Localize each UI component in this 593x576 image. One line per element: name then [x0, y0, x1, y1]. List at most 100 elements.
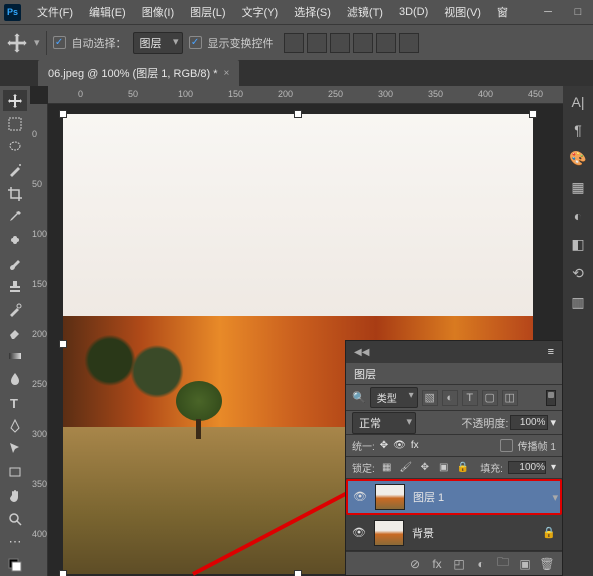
visibility-icon[interactable]: 👁: [352, 526, 366, 540]
adjustments-panel-icon[interactable]: ◐: [574, 208, 582, 224]
blur-tool[interactable]: [3, 369, 27, 390]
history-panel-icon[interactable]: ⟲: [572, 265, 584, 282]
auto-select-dropdown[interactable]: 图层: [133, 32, 183, 54]
filter-adjustment-icon[interactable]: ◐: [442, 390, 458, 406]
menu-filter[interactable]: 滤镜(T): [339, 0, 391, 24]
layer-thumbnail[interactable]: [374, 520, 404, 546]
paragraph-panel-icon[interactable]: ¶: [574, 122, 582, 138]
eraser-tool[interactable]: [3, 322, 27, 343]
show-transform-checkbox[interactable]: [189, 36, 202, 49]
pen-tool[interactable]: [3, 415, 27, 436]
swatches-panel-icon[interactable]: ▦: [571, 179, 584, 196]
chevron-down-icon[interactable]: ▾: [551, 462, 556, 473]
blend-mode-dropdown[interactable]: 正常: [352, 412, 416, 434]
opacity-input[interactable]: [510, 415, 548, 430]
properties-panel-icon[interactable]: ▥: [571, 294, 584, 311]
align-left-button[interactable]: [284, 33, 304, 53]
adjustment-layer-icon[interactable]: ◐: [474, 557, 488, 571]
type-tool[interactable]: T: [3, 392, 27, 413]
crop-tool[interactable]: [3, 183, 27, 204]
move-tool[interactable]: [3, 90, 27, 111]
styles-panel-icon[interactable]: ◧: [571, 236, 584, 253]
align-top-button[interactable]: [353, 33, 373, 53]
edit-toolbar[interactable]: ⋯: [3, 531, 27, 552]
rectangle-tool[interactable]: [3, 462, 27, 483]
gradient-tool[interactable]: [3, 346, 27, 367]
layer-thumbnail[interactable]: [375, 484, 405, 510]
search-icon[interactable]: 🔍: [352, 391, 366, 404]
lock-position-icon[interactable]: ✥: [418, 461, 432, 475]
close-tab-icon[interactable]: ×: [224, 68, 230, 79]
filter-shape-icon[interactable]: ▢: [482, 390, 498, 406]
menu-select[interactable]: 选择(S): [286, 0, 339, 24]
zoom-tool[interactable]: [3, 508, 27, 529]
link-layers-icon[interactable]: ⊘: [408, 557, 422, 571]
transform-handle[interactable]: [529, 110, 537, 118]
filter-toggle[interactable]: [546, 390, 556, 406]
align-bottom-button[interactable]: [399, 33, 419, 53]
propagate-checkbox[interactable]: [500, 439, 513, 452]
hand-tool[interactable]: [3, 485, 27, 506]
rect-marquee-tool[interactable]: [3, 113, 27, 134]
path-select-tool[interactable]: [3, 439, 27, 460]
brush-tool[interactable]: [3, 253, 27, 274]
magic-wand-tool[interactable]: [3, 160, 27, 181]
panel-menu-icon[interactable]: ≡: [548, 346, 554, 358]
filter-type-icon[interactable]: T: [462, 390, 478, 406]
character-panel-icon[interactable]: A|: [572, 94, 585, 110]
window-minimize-icon[interactable]: ─: [533, 0, 563, 24]
unify-visibility-icon[interactable]: 👁: [393, 440, 406, 451]
color-panel-icon[interactable]: 🎨: [569, 150, 586, 167]
menu-layer[interactable]: 图层(L): [182, 0, 233, 24]
transform-handle[interactable]: [59, 340, 67, 348]
collapse-icon[interactable]: ◀◀: [354, 347, 369, 358]
menu-window[interactable]: 窗: [489, 0, 516, 24]
menu-file[interactable]: 文件(F): [29, 0, 81, 24]
menu-edit[interactable]: 编辑(E): [81, 0, 134, 24]
filter-smart-icon[interactable]: ◫: [502, 390, 518, 406]
new-layer-icon[interactable]: ▣: [518, 557, 532, 571]
chevron-down-icon[interactable]: ▾: [34, 36, 40, 49]
menu-type[interactable]: 文字(Y): [234, 0, 287, 24]
menu-image[interactable]: 图像(I): [134, 0, 182, 24]
unify-style-icon[interactable]: fx: [411, 440, 419, 451]
lock-all-icon[interactable]: 🔒: [456, 461, 470, 475]
layer-mask-icon[interactable]: ◰: [452, 557, 466, 571]
delete-layer-icon[interactable]: 🗑: [540, 557, 554, 571]
transform-handle[interactable]: [59, 570, 67, 576]
lasso-tool[interactable]: [3, 136, 27, 157]
window-maximize-icon[interactable]: □: [563, 0, 593, 24]
align-right-button[interactable]: [330, 33, 350, 53]
layer-row[interactable]: 👁 图层 1: [346, 479, 562, 515]
layer-name[interactable]: 图层 1: [413, 489, 444, 505]
visibility-icon[interactable]: 👁: [353, 490, 367, 504]
auto-select-checkbox[interactable]: [53, 36, 66, 49]
transform-handle[interactable]: [294, 110, 302, 118]
panel-header[interactable]: ◀◀ ≡: [346, 341, 562, 363]
healing-tool[interactable]: [3, 229, 27, 250]
fill-input[interactable]: [508, 461, 546, 474]
layer-name[interactable]: 背景: [412, 525, 434, 541]
lock-pixels-icon[interactable]: 🖌: [399, 461, 413, 475]
layer-fx-icon[interactable]: fx: [430, 557, 444, 571]
layer-row[interactable]: 👁 背景 🔒: [346, 515, 562, 551]
eyedropper-tool[interactable]: [3, 206, 27, 227]
lock-artboard-icon[interactable]: ▣: [437, 461, 451, 475]
document-tab[interactable]: 06.jpeg @ 100% (图层 1, RGB/8) * ×: [38, 60, 239, 86]
chevron-down-icon[interactable]: ▾: [550, 416, 556, 429]
foreground-background-colors[interactable]: [3, 555, 27, 576]
align-middle-button[interactable]: [376, 33, 396, 53]
lock-transparency-icon[interactable]: ▦: [380, 461, 394, 475]
filter-kind-dropdown[interactable]: 类型: [370, 387, 418, 408]
history-brush-tool[interactable]: [3, 299, 27, 320]
menu-3d[interactable]: 3D(D): [391, 0, 436, 24]
menu-view[interactable]: 视图(V): [436, 0, 489, 24]
stamp-tool[interactable]: [3, 276, 27, 297]
group-icon[interactable]: 🗀: [496, 553, 510, 574]
transform-handle[interactable]: [294, 570, 302, 576]
layers-tab[interactable]: 图层: [346, 363, 562, 385]
transform-handle[interactable]: [59, 110, 67, 118]
filter-pixel-icon[interactable]: ▧: [422, 390, 438, 406]
unify-position-icon[interactable]: ✥: [380, 440, 388, 451]
align-center-button[interactable]: [307, 33, 327, 53]
